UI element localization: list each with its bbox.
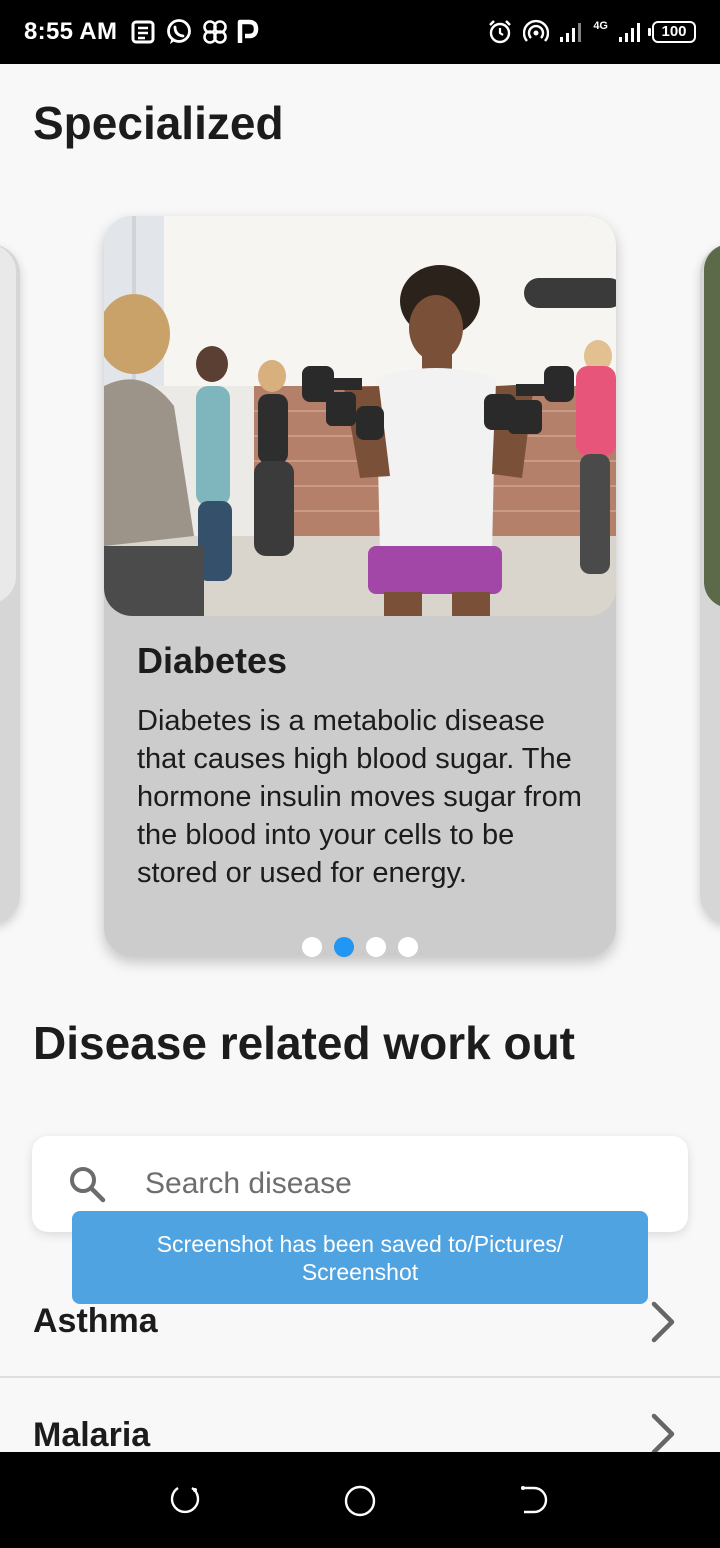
p-app-icon <box>238 19 259 43</box>
carousel-page-indicator <box>302 937 418 957</box>
previous-card-photo <box>0 244 16 604</box>
signal-4g-icon <box>619 23 640 42</box>
status-bar: 8:55 AM 4G 100 <box>0 0 720 64</box>
list-item-label: Asthma <box>33 1302 158 1340</box>
workout-title: Disease related work out <box>33 1017 575 1069</box>
signal-icon <box>560 23 582 42</box>
card-title: Diabetes <box>137 640 288 681</box>
whatsapp-icon <box>167 19 192 44</box>
specialized-title: Specialized <box>33 97 284 149</box>
status-icons-right: 4G 100 <box>487 19 696 45</box>
pinwheel-icon <box>203 20 228 44</box>
page-dot[interactable] <box>398 937 418 957</box>
page-dot[interactable] <box>366 937 386 957</box>
list-divider <box>0 1376 720 1378</box>
chevron-right-icon <box>651 1301 675 1343</box>
notification-icons <box>131 18 259 46</box>
home-icon[interactable] <box>343 1484 377 1518</box>
carousel-card-diabetes[interactable]: Diabetes Diabetes is a metabolic disease… <box>104 216 616 956</box>
search-icon <box>70 1167 106 1203</box>
battery-indicator: 100 <box>648 21 696 43</box>
app-screen: 8:55 AM 4G 100 Specialized Diabetes Diab… <box>0 0 720 1548</box>
recent-apps-icon[interactable] <box>170 1484 202 1516</box>
next-card-photo <box>704 244 720 608</box>
hotspot-icon <box>523 19 550 42</box>
card-description: Diabetes is a metabolic disease that cau… <box>137 705 582 889</box>
page-dot-active[interactable] <box>334 937 354 957</box>
page-dot[interactable] <box>302 937 322 957</box>
news-icon <box>131 20 155 44</box>
carousel-card-previous[interactable] <box>0 244 20 924</box>
back-icon[interactable] <box>518 1484 550 1516</box>
network-type: 4G <box>593 20 608 32</box>
chevron-right-icon <box>651 1413 675 1455</box>
system-nav-bar <box>0 1452 720 1548</box>
card-photo <box>104 216 616 616</box>
toast-message: Screenshot has been saved to/Pictures/ S… <box>72 1211 648 1304</box>
carousel-card-next[interactable] <box>700 244 720 924</box>
alarm-icon <box>489 20 512 44</box>
list-item-label: Malaria <box>33 1416 151 1454</box>
search-input[interactable] <box>145 1160 645 1208</box>
status-time: 8:55 AM <box>24 18 118 45</box>
